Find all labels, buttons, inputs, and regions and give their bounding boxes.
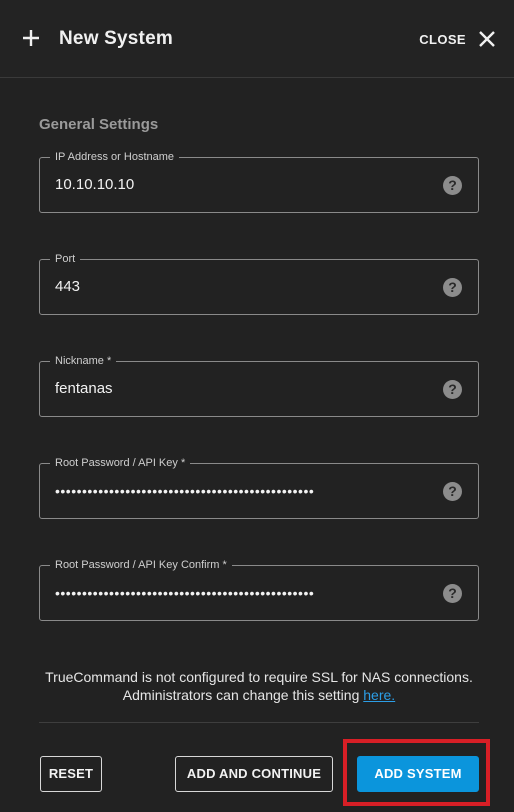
close-label: CLOSE bbox=[419, 31, 466, 47]
add-and-continue-button[interactable]: ADD AND CONTINUE bbox=[175, 756, 333, 792]
password-confirm-field: Root Password / API Key Confirm * ••••••… bbox=[39, 558, 479, 621]
hostname-input[interactable] bbox=[55, 158, 425, 212]
dialog-header: New System CLOSE bbox=[0, 0, 514, 78]
help-icon[interactable]: ? bbox=[443, 584, 462, 603]
add-system-button[interactable]: ADD SYSTEM bbox=[357, 756, 479, 792]
port-input[interactable] bbox=[55, 260, 425, 314]
ssl-settings-link[interactable]: here. bbox=[363, 687, 395, 703]
password-field: Root Password / API Key * ••••••••••••••… bbox=[39, 456, 479, 519]
help-icon[interactable]: ? bbox=[443, 380, 462, 399]
reset-button[interactable]: RESET bbox=[40, 756, 102, 792]
plus-icon bbox=[23, 30, 39, 46]
help-icon[interactable]: ? bbox=[443, 278, 462, 297]
nickname-input[interactable] bbox=[55, 362, 425, 416]
divider bbox=[39, 722, 479, 723]
close-icon[interactable] bbox=[478, 30, 496, 48]
hostname-field: IP Address or Hostname ? bbox=[39, 150, 479, 213]
port-field: Port ? bbox=[39, 252, 479, 315]
dialog-title: New System bbox=[59, 28, 173, 49]
help-icon[interactable]: ? bbox=[443, 482, 462, 501]
password-confirm-input[interactable]: ••••••••••••••••••••••••••••••••••••••••… bbox=[55, 566, 427, 620]
ssl-notice: TrueCommand is not configured to require… bbox=[39, 668, 479, 704]
nickname-field: Nickname * ? bbox=[39, 354, 479, 417]
ssl-notice-text: TrueCommand is not configured to require… bbox=[45, 669, 473, 703]
close-button[interactable]: CLOSE bbox=[419, 26, 496, 52]
help-icon[interactable]: ? bbox=[443, 176, 462, 195]
password-input[interactable]: ••••••••••••••••••••••••••••••••••••••••… bbox=[55, 464, 427, 518]
section-title: General Settings bbox=[39, 116, 159, 133]
